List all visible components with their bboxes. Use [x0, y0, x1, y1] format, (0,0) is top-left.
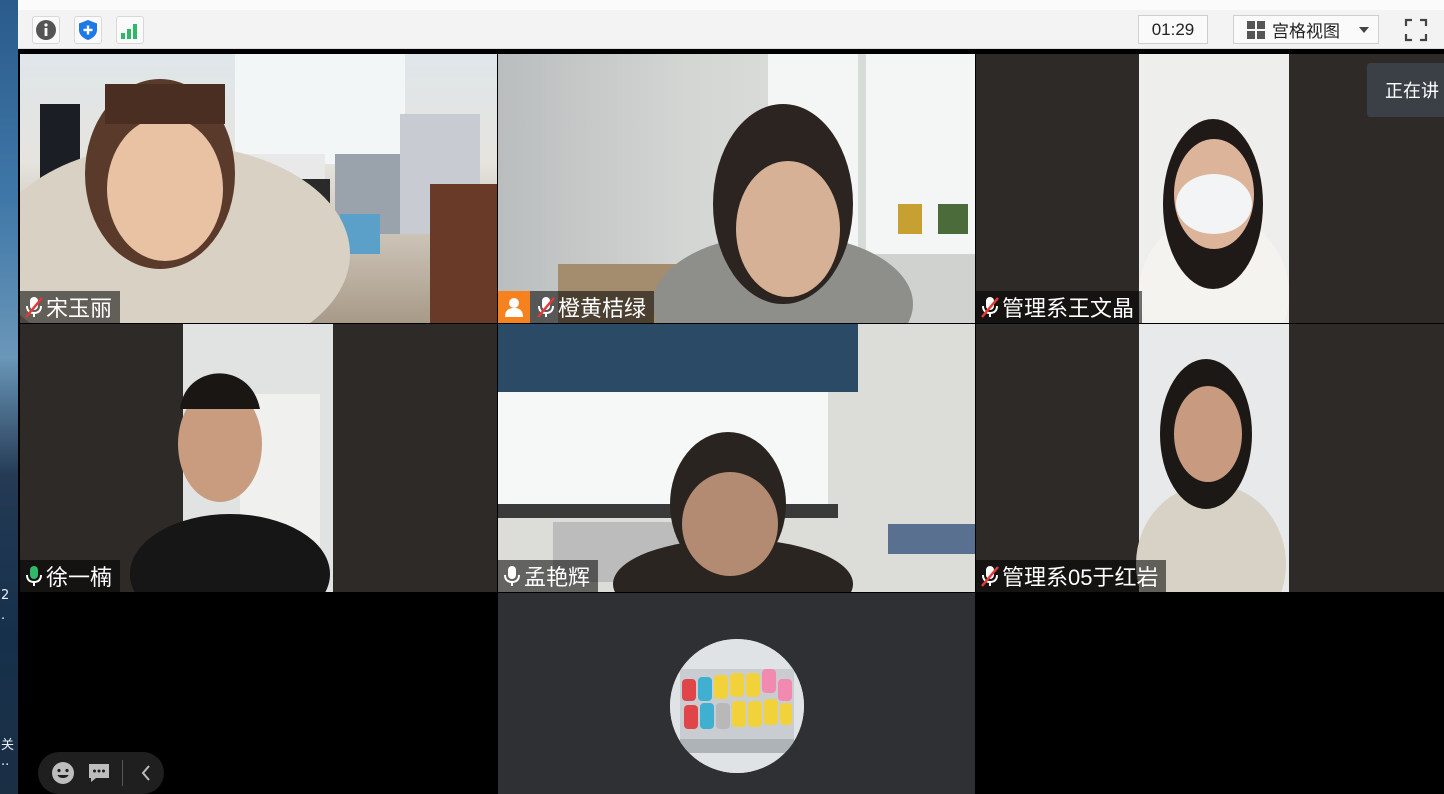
desktop-background-strip: 2 · 关 ·· — [0, 0, 18, 794]
video-tile[interactable]: 橙黄桔绿 — [498, 54, 975, 323]
video-feed — [20, 54, 497, 323]
mic-muted-icon — [25, 297, 43, 318]
participant-name: 孟艳辉 — [524, 565, 591, 590]
video-tile[interactable]: 宋玉丽 — [20, 54, 497, 323]
desktop-glyph: ·· — [1, 758, 10, 773]
video-feed — [976, 324, 1444, 592]
video-feed — [498, 324, 975, 592]
view-mode-select[interactable]: 宫格视图 — [1233, 15, 1379, 44]
participant-name: 宋玉丽 — [46, 296, 113, 321]
grid-view-icon — [1247, 20, 1265, 39]
signal-icon[interactable] — [116, 16, 144, 44]
video-tile[interactable]: 孟艳辉 — [498, 324, 975, 592]
emoji-icon[interactable] — [50, 760, 76, 786]
participant-namebar: 管理系05于红岩 — [976, 560, 1167, 592]
info-icon[interactable] — [32, 16, 60, 44]
chat-icon[interactable] — [86, 760, 112, 786]
participant-namebar: 管理系王文晶 — [976, 291, 1143, 323]
desktop-glyph: 2 — [1, 588, 10, 603]
mic-muted-icon — [537, 297, 555, 318]
meeting-timer: 01:29 — [1138, 15, 1208, 44]
video-grid: 宋玉丽 橙黄桔绿 管理系王文晶 徐一楠 孟艳辉 管理系05于红岩 — [20, 54, 1444, 794]
participant-avatar — [670, 639, 804, 773]
meeting-toolbar: 01:29 宫格视图 — [18, 0, 1444, 49]
avatar-icon — [498, 291, 530, 323]
mic-speaking-icon — [26, 566, 42, 586]
participant-namebar: 徐一楠 — [20, 560, 121, 592]
shield-icon[interactable] — [74, 16, 102, 44]
bottom-toolbar — [38, 752, 164, 794]
participant-name: 管理系05于红岩 — [1002, 565, 1159, 590]
video-tile[interactable]: 管理系05于红岩 — [976, 324, 1444, 592]
fullscreen-icon[interactable] — [1401, 15, 1431, 45]
video-feed — [20, 324, 497, 592]
participant-namebar: 橙黄桔绿 — [498, 291, 655, 323]
mic-muted-icon — [981, 297, 999, 318]
participant-name: 橙黄桔绿 — [558, 296, 647, 321]
chevron-down-icon — [1359, 26, 1369, 33]
desktop-glyph: 关 — [1, 738, 15, 753]
empty-tile — [976, 593, 1444, 794]
toolbar-separator — [122, 760, 123, 786]
participant-namebar: 宋玉丽 — [20, 291, 121, 323]
mic-muted-icon — [981, 566, 999, 587]
video-tile-no-camera[interactable] — [498, 593, 975, 794]
participant-namebar: 孟艳辉 — [498, 560, 599, 592]
participant-name: 管理系王文晶 — [1002, 296, 1135, 321]
video-feed — [498, 54, 975, 323]
mic-icon — [504, 566, 520, 586]
participant-name: 徐一楠 — [46, 565, 113, 590]
view-mode-label: 宫格视图 — [1272, 22, 1340, 41]
collapse-icon[interactable] — [133, 760, 159, 786]
speaking-indicator: 正在讲 — [1367, 63, 1444, 117]
video-tile-active[interactable]: 徐一楠 — [20, 324, 497, 592]
desktop-glyph: · — [1, 612, 6, 627]
